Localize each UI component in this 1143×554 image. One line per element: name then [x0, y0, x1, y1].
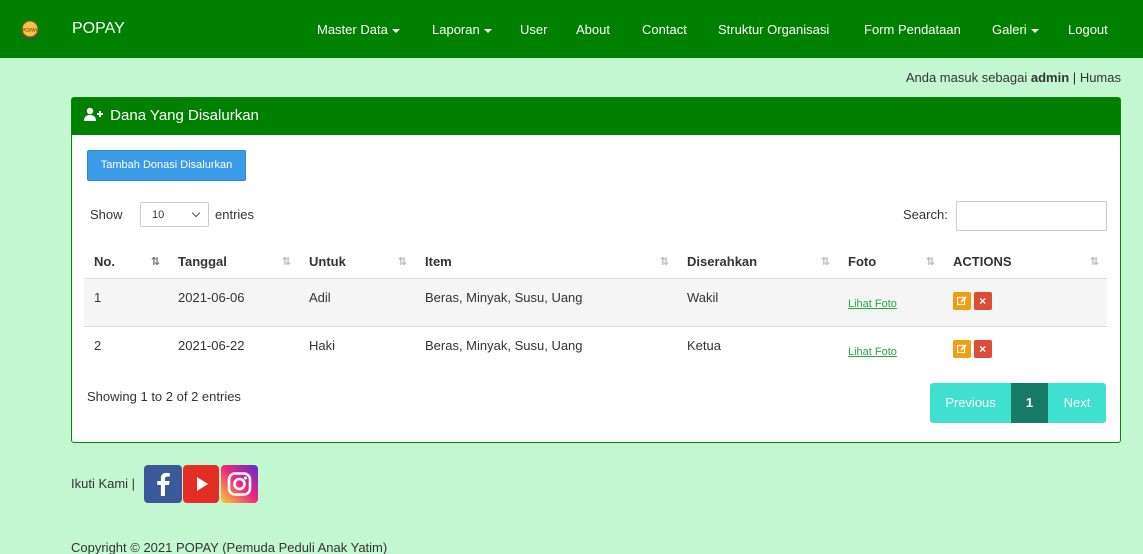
- col-header-actions[interactable]: ACTIONS ⇅: [943, 243, 1107, 279]
- brand-link[interactable]: POPAY: [72, 20, 125, 38]
- sort-icon: ⇅: [397, 256, 407, 268]
- sort-icon: ⇅: [925, 256, 935, 268]
- col-header-untuk[interactable]: Untuk ⇅: [299, 243, 415, 279]
- col-header-diserahkan[interactable]: Diserahkan ⇅: [677, 243, 838, 279]
- edit-icon: [956, 343, 967, 353]
- edit-button[interactable]: [953, 339, 971, 358]
- cell-diserahkan: Wakil: [677, 277, 838, 326]
- delete-button[interactable]: ×: [973, 339, 992, 358]
- sort-icon: ⇅: [820, 256, 830, 268]
- col-header-label: Tanggal: [178, 254, 227, 269]
- nav-laporan[interactable]: Laporan: [432, 22, 492, 37]
- copyright-text: Copyright © 2021 POPAY (Pemuda Peduli An…: [71, 540, 388, 554]
- cell-item: Beras, Minyak, Susu, Uang: [415, 325, 677, 375]
- entries-label: entries: [215, 207, 255, 222]
- delete-button[interactable]: ×: [973, 291, 992, 310]
- data-table: No. ⇅ Tanggal ⇅ Untuk ⇅ Item ⇅ Diserahkan ⇅ F…: [84, 243, 1107, 375]
- col-header-no[interactable]: No. ⇅: [84, 243, 168, 279]
- nav-form-pendataan[interactable]: Form Pendataan: [864, 22, 961, 37]
- col-header-item[interactable]: Item ⇅: [415, 243, 677, 279]
- view-photo-link[interactable]: Lihat Foto: [848, 298, 897, 310]
- pagination-previous[interactable]: Previous: [930, 383, 1011, 423]
- edit-button[interactable]: [953, 291, 971, 310]
- search-input[interactable]: [956, 201, 1107, 231]
- pagination-next[interactable]: Next: [1048, 383, 1106, 423]
- user-role: Humas: [1079, 70, 1121, 85]
- close-icon: ×: [979, 293, 987, 308]
- cell-tanggal: 2021-06-22: [168, 325, 299, 375]
- cell-item: Beras, Minyak, Susu, Uang: [415, 277, 677, 326]
- nav-logout[interactable]: Logout: [1068, 22, 1108, 37]
- facebook-icon[interactable]: [144, 465, 182, 503]
- nav-laporan-label: Laporan: [432, 22, 480, 37]
- cell-untuk: Haki: [299, 325, 415, 375]
- pagination-page-current[interactable]: 1: [1011, 383, 1048, 423]
- close-icon: ×: [979, 341, 987, 356]
- logo-icon[interactable]: POPAY: [17, 20, 43, 42]
- panel-title: Dana Yang Disalurkan: [110, 107, 259, 124]
- dana-panel: Dana Yang Disalurkan Tambah Donasi Disal…: [71, 97, 1121, 443]
- table-info: Showing 1 to 2 of 2 entries: [87, 389, 241, 404]
- table-row: 2 2021-06-22 Haki Beras, Minyak, Susu, U…: [84, 325, 1107, 375]
- caret-down-icon: [391, 28, 400, 33]
- cell-untuk: Adil: [299, 277, 415, 326]
- table-header-row: No. ⇅ Tanggal ⇅ Untuk ⇅ Item ⇅ Diserahkan ⇅ F…: [84, 243, 1107, 279]
- cell-actions: ×: [943, 325, 1107, 375]
- entries-select-value: 10: [152, 209, 165, 221]
- show-label: Show: [90, 207, 123, 222]
- add-donation-button[interactable]: Tambah Donasi Disalurkan: [87, 150, 246, 181]
- view-photo-link[interactable]: Lihat Foto: [848, 346, 897, 358]
- nav-about[interactable]: About: [576, 22, 610, 37]
- instagram-icon[interactable]: [221, 465, 258, 503]
- col-header-tanggal[interactable]: Tanggal ⇅: [168, 243, 299, 279]
- table-row: 1 2021-06-06 Adil Beras, Minyak, Susu, U…: [84, 277, 1107, 326]
- col-header-foto[interactable]: Foto ⇅: [838, 243, 943, 279]
- user-status-prefix: Anda masuk sebagai: [905, 70, 1028, 85]
- sort-icon: ⇅: [281, 256, 291, 268]
- user-status: Anda masuk sebagai admin | Humas: [906, 70, 1121, 85]
- svg-text:POPAY: POPAY: [22, 28, 39, 34]
- nav-master-data[interactable]: Master Data: [317, 22, 400, 37]
- username: admin: [1030, 70, 1070, 85]
- col-header-label: No.: [94, 254, 115, 269]
- cell-actions: ×: [943, 277, 1107, 326]
- nav-galeri[interactable]: Galeri: [992, 22, 1039, 37]
- col-header-label: Untuk: [309, 254, 346, 269]
- follow-label: Ikuti Kami |: [71, 476, 136, 491]
- cell-foto: Lihat Foto: [838, 277, 943, 326]
- cell-no: 1: [84, 277, 168, 326]
- sort-asc-icon: ⇅: [150, 256, 160, 268]
- search-label: Search:: [903, 207, 948, 222]
- youtube-icon[interactable]: [183, 465, 219, 503]
- col-header-label: ACTIONS: [953, 254, 1012, 269]
- cell-tanggal: 2021-06-06: [168, 277, 299, 326]
- col-header-label: Item: [425, 254, 452, 269]
- panel-heading: Dana Yang Disalurkan: [72, 98, 1120, 135]
- nav-struktur-organisasi[interactable]: Struktur Organisasi: [718, 22, 829, 37]
- col-header-label: Foto: [848, 254, 877, 269]
- nav-contact[interactable]: Contact: [642, 22, 687, 37]
- cell-no: 2: [84, 325, 168, 375]
- col-header-label: Diserahkan: [687, 254, 758, 269]
- sort-icon: ⇅: [1089, 256, 1099, 268]
- chevron-down-icon: [191, 208, 201, 218]
- user-status-separator: |: [1072, 70, 1077, 85]
- entries-length-control: Show 10 entries: [90, 202, 254, 227]
- nav-galeri-label: Galeri: [992, 22, 1027, 37]
- nav-master-data-label: Master Data: [317, 22, 388, 37]
- caret-down-icon: [483, 28, 492, 33]
- entries-select[interactable]: 10: [140, 202, 209, 227]
- cell-diserahkan: Ketua: [677, 325, 838, 375]
- edit-icon: [956, 295, 967, 305]
- sort-icon: ⇅: [659, 256, 669, 268]
- cell-foto: Lihat Foto: [838, 325, 943, 375]
- caret-down-icon: [1030, 28, 1039, 33]
- user-plus-icon: [84, 107, 103, 121]
- nav-user[interactable]: User: [520, 22, 547, 37]
- top-navbar: POPAY POPAY Master Data Laporan User Abo…: [0, 0, 1143, 58]
